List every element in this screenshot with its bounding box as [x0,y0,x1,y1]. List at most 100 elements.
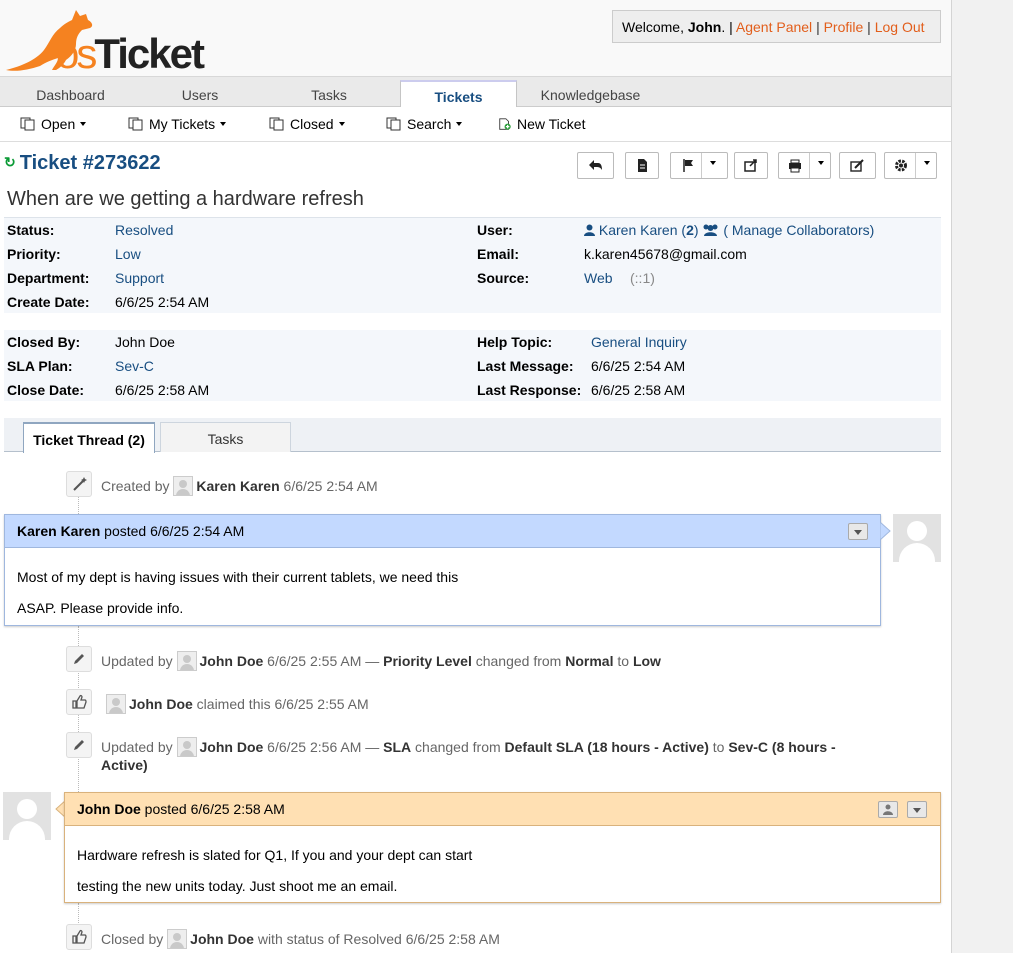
pencil-icon [66,732,92,758]
tab-tasks-thread[interactable]: Tasks [160,422,291,452]
right-gutter [951,0,1013,953]
user-value[interactable]: Karen Karen (2) ( Manage Collaborators) [584,222,874,238]
event-text: changed from [475,653,562,669]
reply-button[interactable] [577,152,614,179]
copy-icon [269,117,284,131]
flag-icon [683,159,693,172]
event-from: Default SLA (18 hours - Active) [504,739,709,755]
timeline-line [78,496,79,514]
new-document-icon [499,118,511,130]
closed-label: Closed [290,116,334,132]
event-text: with status of Resolved [257,931,402,947]
tab-users[interactable]: Users [130,80,270,108]
message-user-button[interactable] [878,801,898,818]
status-label: Status: [7,222,55,238]
message-options-button[interactable] [907,801,927,818]
page: osTicket Welcome, John. | Agent Panel | … [0,0,951,953]
tab-tasks[interactable]: Tasks [259,80,399,108]
event-text: Updated by [101,739,173,755]
main-nav: Dashboard Users Tasks Tickets Knowledgeb… [0,76,951,109]
source-label: Source: [477,270,530,286]
magic-wand-icon [66,471,92,497]
settings-menu-button[interactable] [884,152,937,179]
avatar [173,476,194,496]
event-to-continued: Active) [101,757,148,773]
edit-button[interactable] [839,152,876,179]
status-value[interactable]: Resolved [115,222,173,238]
caret-down-icon [913,808,921,813]
event-user: Karen Karen [196,478,280,494]
tab-ticket-thread[interactable]: Ticket Thread (2) [23,422,155,453]
profile-link[interactable]: Profile [824,19,864,35]
search-menu[interactable]: Search [386,116,463,132]
last-message-value: 6/6/25 2:54 AM [591,358,686,374]
separator: | [867,19,871,35]
source-value[interactable]: Web [584,270,613,286]
thread-message-agent: John Doe posted 6/6/25 2:58 AM Hardware … [64,792,941,903]
message-line: Hardware refresh is slated for Q1, If yo… [77,847,473,863]
message-time: 6/6/25 2:58 AM [190,801,285,817]
user-count-close: ) [693,222,699,238]
avatar [893,514,941,562]
new-ticket-label: New Ticket [517,116,586,132]
my-tickets-menu[interactable]: My Tickets [128,116,227,132]
manage-collaborators-link[interactable]: ( Manage Collaborators) [723,222,874,238]
message-line: Most of my dept is having issues with th… [17,569,459,585]
transfer-button[interactable] [734,152,768,179]
event-to: Low [632,653,661,669]
help-topic-label: Help Topic: [477,334,553,350]
my-tickets-label: My Tickets [149,116,216,132]
caret-down-icon [456,122,463,126]
help-topic-value[interactable]: General Inquiry [591,334,687,350]
thread-message-customer: Karen Karen posted 6/6/25 2:54 AM Most o… [4,514,881,626]
event-time: 6/6/25 2:55 AM [267,653,362,669]
avatar [3,792,51,840]
priority-label: Priority: [7,246,61,262]
caret-down-icon [80,122,87,126]
reply-arrow-icon [589,160,602,170]
event-text: to [617,653,630,669]
event-time: 6/6/25 2:55 AM [274,696,369,712]
caret-down-icon [818,161,824,165]
new-ticket-link[interactable]: New Ticket [498,116,585,132]
thread-tabs: Ticket Thread (2) Tasks [4,418,941,453]
caret-down-icon [854,530,862,535]
closed-menu[interactable]: Closed [269,116,345,132]
flag-menu-button[interactable] [670,152,728,179]
osticket-logo[interactable]: osTicket [2,4,205,77]
priority-value[interactable]: Low [115,246,141,262]
header: osTicket Welcome, John. | Agent Panel | … [0,0,951,77]
create-date-value: 6/6/25 2:54 AM [115,294,210,310]
tab-knowledgebase[interactable]: Knowledgebase [520,80,661,108]
message-author: Karen Karen [17,523,101,539]
message-body: Hardware refresh is slated for Q1, If yo… [77,840,928,902]
agent-panel-link[interactable]: Agent Panel [736,19,812,35]
message-time: 6/6/25 2:54 AM [150,523,245,539]
event-dash: — [365,653,380,669]
logout-link[interactable]: Log Out [875,19,925,35]
thumbs-up-icon [66,689,92,715]
tab-tickets[interactable]: Tickets [400,80,517,109]
sla-plan-value[interactable]: Sev-C [115,358,154,374]
event-from: Normal [565,653,614,669]
message-body: Most of my dept is having issues with th… [17,562,868,624]
message-options-button[interactable] [848,523,868,540]
button-divider [915,153,916,178]
print-icon [789,159,801,173]
print-menu-button[interactable] [778,152,831,179]
message-author: John Doe [77,801,141,817]
button-divider [809,153,810,178]
event-text: to [712,739,725,755]
ticket-number: Ticket #273622 [19,152,161,174]
message-header: John Doe posted 6/6/25 2:58 AM [65,793,940,826]
open-menu[interactable]: Open [20,116,87,132]
logo-os: os [56,30,97,77]
logo-wordmark: osTicket [56,30,205,78]
tab-dashboard[interactable]: Dashboard [0,80,141,108]
share-icon [744,159,757,172]
note-button[interactable] [625,152,659,179]
department-value[interactable]: Support [115,270,164,286]
document-icon [638,159,647,172]
refresh-icon[interactable]: ↻ [4,154,16,170]
ticket-title[interactable]: ↻ Ticket #273622 [4,152,161,175]
